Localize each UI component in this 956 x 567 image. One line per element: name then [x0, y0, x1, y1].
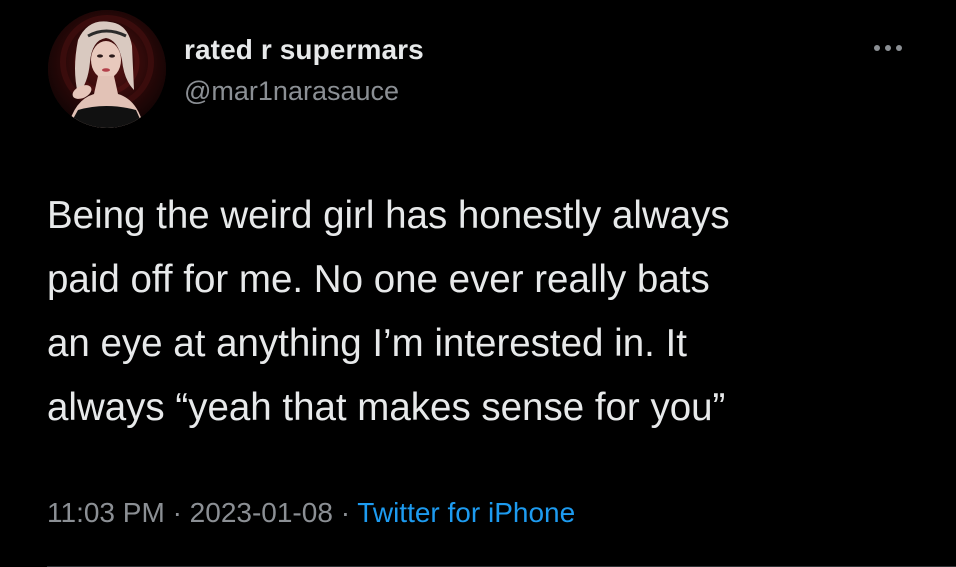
tweet-text-line: an eye at anything I’m interested in. It — [47, 322, 687, 365]
author-display-name[interactable]: rated r supermars — [184, 34, 424, 66]
meta-separator: · — [172, 497, 182, 528]
tweet-card: rated r supermars @mar1narasauce Being t… — [0, 0, 956, 567]
avatar[interactable] — [48, 10, 166, 128]
author-handle[interactable]: @mar1narasauce — [184, 76, 399, 107]
tweet-date[interactable]: 2023-01-08 — [190, 497, 333, 528]
avatar-image — [48, 10, 166, 128]
tweet-text-line: always “yeah that makes sense for you” — [47, 386, 726, 429]
tweet-time[interactable]: 11:03 PM — [47, 497, 165, 528]
dot-icon — [885, 45, 891, 51]
tweet-text: Being the weird girl has honestly always… — [47, 184, 927, 440]
meta-separator: · — [340, 497, 351, 528]
tweet-source-link[interactable]: Twitter for iPhone — [357, 497, 575, 528]
dot-icon — [896, 45, 902, 51]
tweet-metadata: 11:03 PM · 2023-01-08 · Twitter for iPho… — [47, 497, 575, 529]
tweet-text-line: Being the weird girl has honestly always — [47, 194, 730, 237]
dot-icon — [874, 45, 880, 51]
tweet-text-line: paid off for me. No one ever really bats — [47, 258, 710, 301]
more-options-icon[interactable] — [868, 36, 908, 60]
